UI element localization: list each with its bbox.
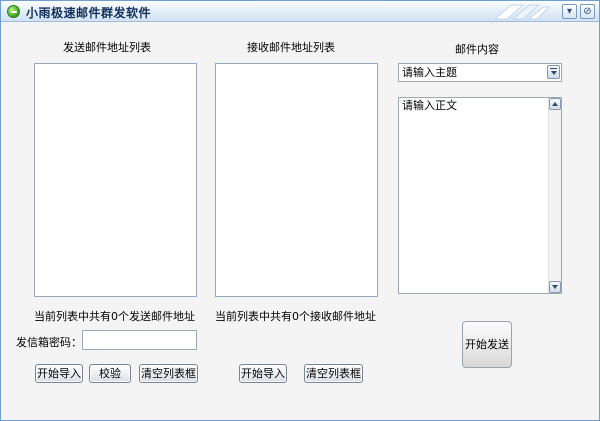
- close-icon: ⊘: [583, 6, 592, 17]
- close-button[interactable]: ⊘: [580, 4, 595, 19]
- titlebar-decoration-icon: [493, 4, 551, 20]
- subject-input[interactable]: 请输入主题: [398, 63, 562, 82]
- window-title: 小雨极速邮件群发软件: [26, 6, 152, 20]
- sender-clear-button[interactable]: 清空列表框: [139, 364, 198, 383]
- main-window: 小雨极速邮件群发软件 ▾ ⊘ 发送邮件地址列表 当前列表中共有0个发送邮件地址 …: [0, 0, 600, 421]
- sender-list-header: 发送邮件地址列表: [63, 41, 151, 54]
- scroll-down-icon[interactable]: [549, 281, 561, 293]
- content-header: 邮件内容: [455, 43, 499, 56]
- sender-import-button[interactable]: 开始导入: [35, 364, 83, 383]
- verify-button[interactable]: 校验: [89, 364, 131, 383]
- send-button[interactable]: 开始发送: [462, 321, 512, 368]
- title-bar[interactable]: 小雨极速邮件群发软件 ▾ ⊘: [1, 1, 599, 22]
- scroll-up-icon[interactable]: [549, 98, 561, 110]
- body-textarea[interactable]: 请输入正文: [398, 97, 562, 294]
- receiver-clear-button[interactable]: 清空列表框: [304, 364, 363, 383]
- body-scrollbar[interactable]: [548, 98, 561, 293]
- subject-dropdown-icon[interactable]: [547, 65, 560, 79]
- receiver-list-header: 接收邮件地址列表: [247, 41, 335, 54]
- sender-count-text: 当前列表中共有0个发送邮件地址: [34, 310, 195, 323]
- minimize-button[interactable]: ▾: [562, 4, 577, 19]
- password-label: 发信箱密码：: [16, 336, 82, 349]
- receiver-import-button[interactable]: 开始导入: [239, 364, 287, 383]
- subject-placeholder: 请输入主题: [402, 66, 457, 79]
- receiver-address-list[interactable]: [215, 63, 378, 297]
- password-input[interactable]: [82, 330, 197, 350]
- sender-address-list[interactable]: [34, 63, 197, 297]
- body-placeholder: 请输入正文: [402, 99, 457, 112]
- app-icon: [7, 5, 20, 18]
- receiver-count-text: 当前列表中共有0个接收邮件地址: [215, 310, 376, 323]
- minimize-icon: ▾: [566, 6, 573, 17]
